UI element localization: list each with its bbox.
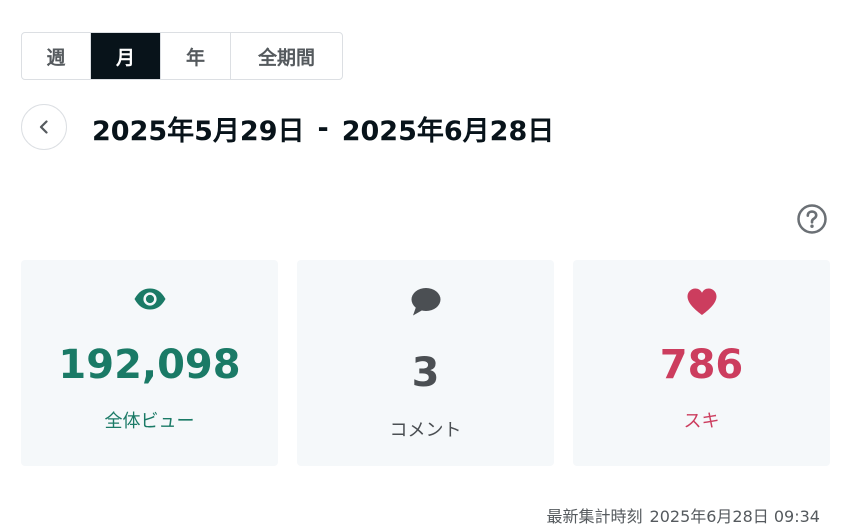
last-updated-timestamp: 2025年6月28日 09:34 [649, 507, 820, 526]
last-updated-label: 最新集計時刻 [546, 507, 643, 526]
comments-card: 3 コメント [297, 260, 554, 466]
views-value: 192,098 [58, 342, 241, 388]
eye-icon [134, 288, 165, 310]
tab-all-time[interactable]: 全期間 [231, 33, 342, 79]
comments-value: 3 [411, 350, 440, 396]
heart-icon [687, 288, 716, 315]
previous-period-button[interactable] [21, 104, 67, 150]
chevron-left-icon [39, 120, 48, 134]
likes-card: 786 スキ [573, 260, 830, 466]
tab-week[interactable]: 週 [22, 33, 91, 79]
date-range: 2025年5月29日 - 2025年6月28日 [92, 108, 554, 148]
period-tabs: 週 月 年 全期間 [21, 32, 343, 80]
comments-label: コメント [389, 420, 462, 441]
date-range-separator: - [317, 112, 329, 144]
likes-label: スキ [683, 411, 720, 432]
date-range-start: 2025年5月29日 [92, 115, 305, 147]
date-range-end: 2025年6月28日 [341, 115, 555, 147]
views-label: 全体ビュー [104, 411, 195, 432]
last-updated: 最新集計時刻 2025年6月28日 09:34 [547, 503, 820, 527]
views-card: 192,098 全体ビュー [21, 260, 278, 466]
tab-year[interactable]: 年 [161, 33, 231, 79]
question-circle-icon[interactable] [796, 203, 828, 235]
comment-icon [411, 288, 440, 316]
tab-month[interactable]: 月 [91, 33, 161, 79]
likes-value: 786 [659, 342, 744, 388]
